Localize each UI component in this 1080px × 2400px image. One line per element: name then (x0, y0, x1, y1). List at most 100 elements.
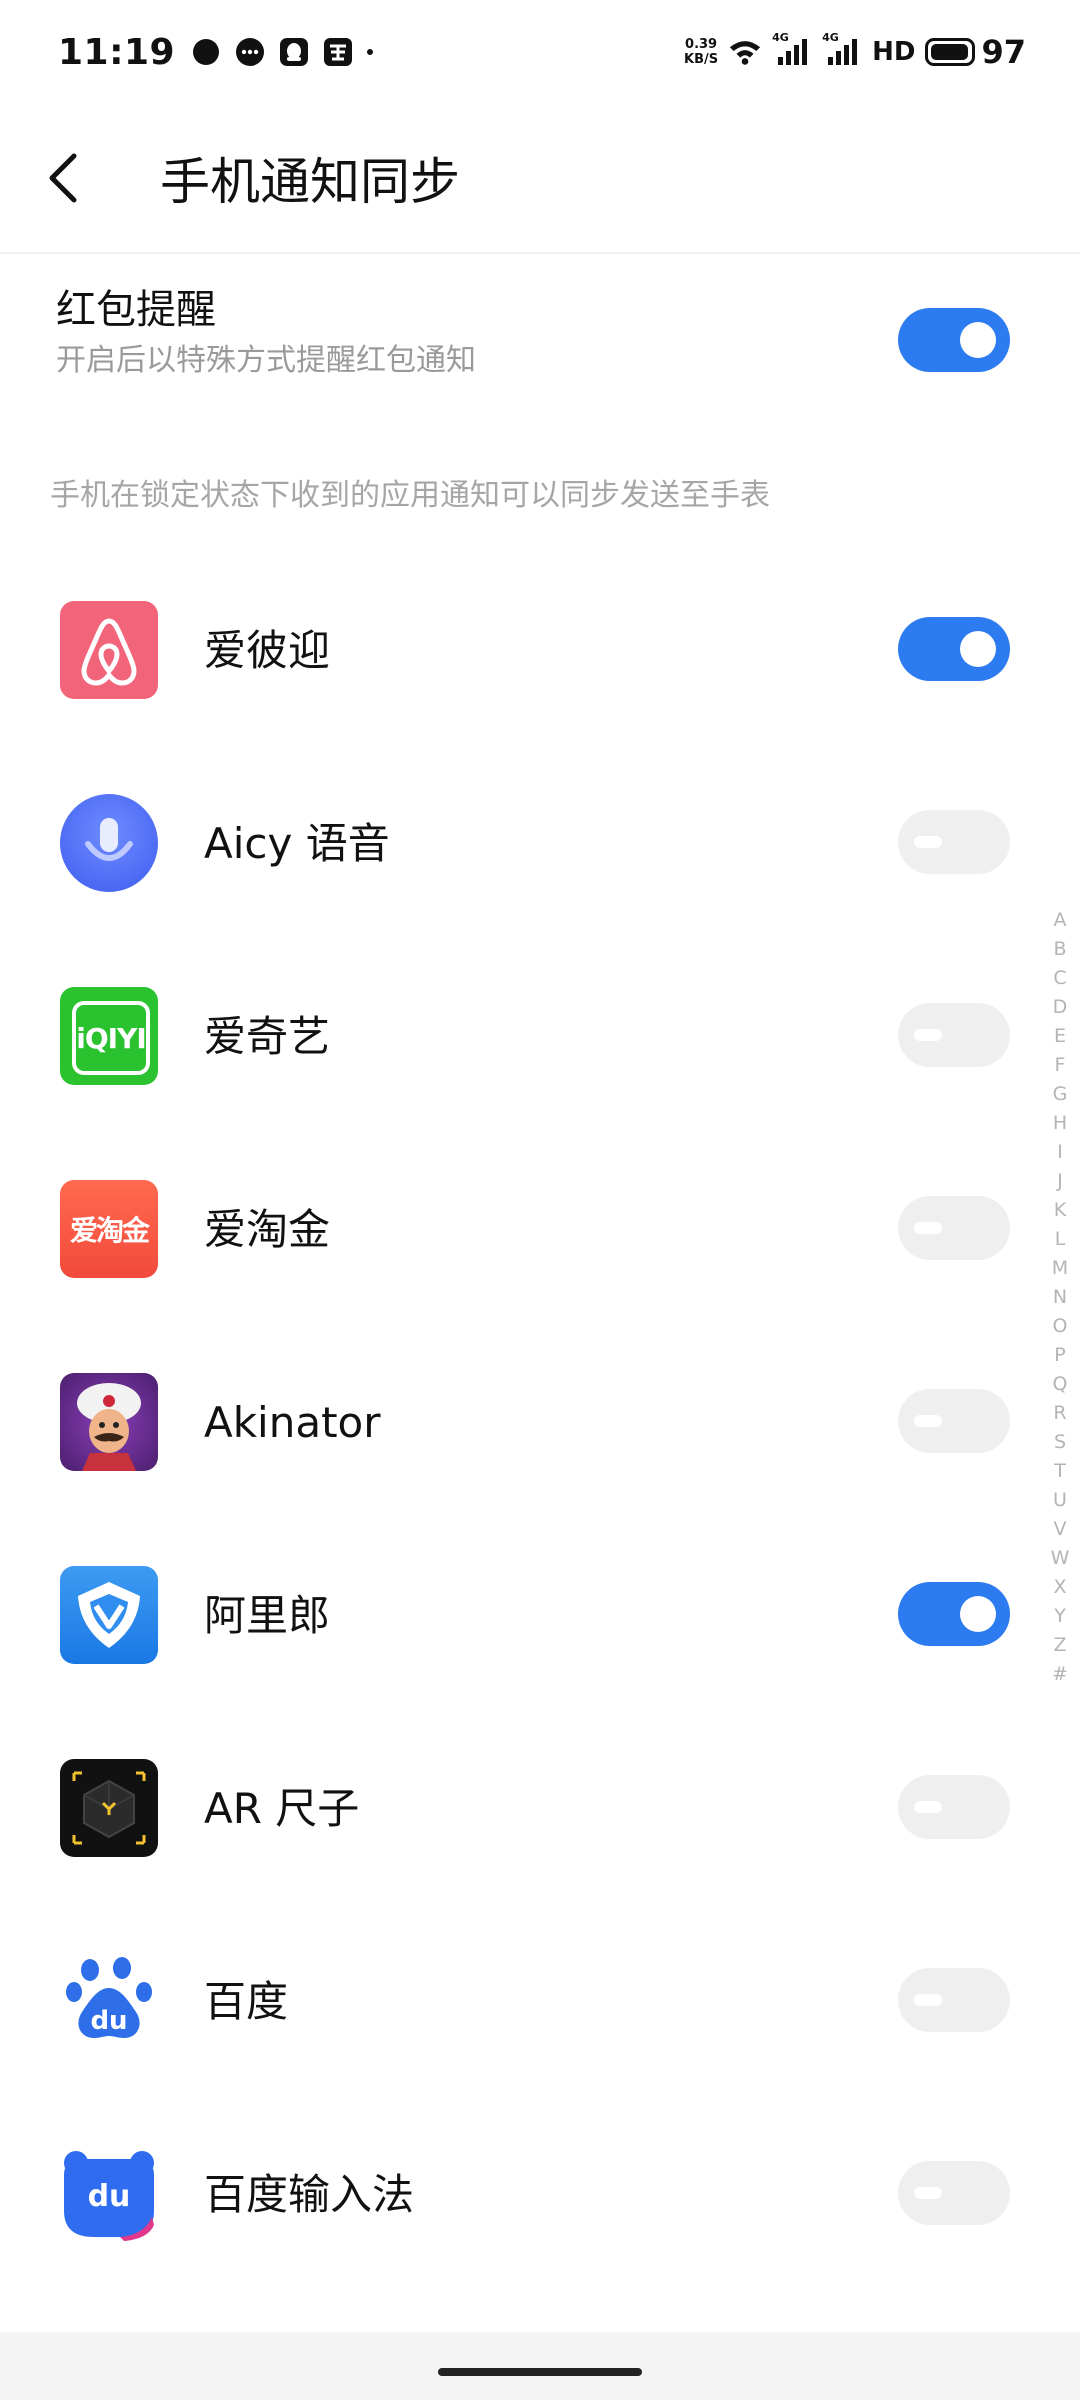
app-name: Akinator (204, 1398, 381, 1447)
back-button[interactable] (42, 128, 142, 228)
red-packet-toggle[interactable] (898, 308, 1010, 372)
aicy-voice-icon (60, 794, 158, 892)
aitaojin-logo-text: 爱淘金 (69, 1214, 150, 1247)
alphabet-index-letter[interactable]: V (1054, 1515, 1067, 1544)
red-packet-title: 红包提醒 (56, 287, 216, 333)
alphabet-index-letter[interactable]: B (1053, 935, 1066, 964)
battery-fill (931, 44, 969, 60)
toggle-knob (914, 1801, 942, 1813)
iqiyi-logo-frame: iQIYI (72, 1001, 150, 1075)
battery-percent: 97 (981, 33, 1026, 71)
page-title: 手机通知同步 (160, 153, 460, 211)
app-toggle-aicy-voice[interactable] (898, 810, 1010, 874)
network-speed-value: 0.39 (685, 37, 718, 52)
navigation-bar (0, 2332, 1080, 2400)
alphabet-index-letter[interactable]: J (1057, 1167, 1063, 1196)
app-row-airbnb: 爱彼迎 (0, 553, 1080, 746)
baidu-logo-text: du (90, 2006, 128, 2036)
app-row-baidu: du 百度 (0, 1904, 1080, 2097)
app-name: 百度 (204, 1977, 289, 2026)
network-speed: 0.39 KB/S (684, 37, 718, 67)
qq-notification-icon (277, 35, 311, 69)
alphabet-index-letter[interactable]: L (1055, 1225, 1066, 1254)
home-indicator[interactable] (438, 2368, 642, 2376)
red-packet-setting: 红包提醒 开启后以特殊方式提醒红包通知 (56, 282, 1006, 384)
baidu-input-logo-text: du (87, 2179, 131, 2214)
app-toggle-baidu[interactable] (898, 1968, 1010, 2032)
alphabet-index-letter[interactable]: Y (1054, 1602, 1066, 1631)
aitaojin-icon: 爱淘金 (60, 1180, 158, 1278)
baidu-icon: du (60, 1952, 158, 2050)
app-row-iqiyi: iQIYI 爱奇艺 (0, 939, 1080, 1132)
app-toggle-aitaojin[interactable] (898, 1196, 1010, 1260)
sim2-network-label: 4G (822, 31, 839, 44)
alphabet-index-letter[interactable]: K (1054, 1196, 1066, 1225)
app-toggle-akinator[interactable] (898, 1389, 1010, 1453)
alphabet-index-letter[interactable]: T (1054, 1457, 1066, 1486)
toggle-knob (914, 2187, 942, 2199)
notification-icons (189, 35, 375, 69)
alphabet-index-letter[interactable]: R (1053, 1399, 1066, 1428)
more-notifications-dot-icon (365, 35, 375, 69)
app-toggle-ar-ruler[interactable] (898, 1775, 1010, 1839)
app-row-ar-ruler: AR 尺子 (0, 1711, 1080, 1904)
alphabet-index-letter[interactable]: D (1053, 993, 1068, 1022)
alphabet-index-letter[interactable]: X (1053, 1573, 1066, 1602)
app-notification-icon (321, 35, 355, 69)
status-right: 0.39 KB/S 4G 4G HD 97 (684, 31, 1026, 71)
app-row-akinator: Akinator (0, 1325, 1080, 1518)
moon-notification-icon (189, 35, 223, 69)
toggle-knob (960, 322, 996, 358)
sim1-network-label: 4G (772, 31, 789, 44)
alphabet-index-letter[interactable]: A (1054, 906, 1067, 935)
alilang-icon (60, 1566, 158, 1664)
hd-voice-indicator: HD (872, 37, 916, 67)
message-notification-icon (233, 35, 267, 69)
alphabet-index-letter[interactable]: S (1054, 1428, 1066, 1457)
network-speed-unit: KB/S (684, 52, 719, 67)
signal-sim2-icon: 4G (822, 31, 862, 69)
ar-ruler-icon (60, 1759, 158, 1857)
app-toggle-iqiyi[interactable] (898, 1003, 1010, 1067)
alphabet-index-letter[interactable]: # (1052, 1660, 1068, 1689)
app-toggle-airbnb[interactable] (898, 617, 1010, 681)
toggle-knob (914, 1222, 942, 1234)
alphabet-index[interactable]: A B C D E F G H I J K L M N O P Q R S T U V W X Y Z # (1048, 906, 1072, 1689)
wifi-icon (728, 35, 762, 69)
battery-indicator: 97 (925, 33, 1026, 71)
app-toggle-alilang[interactable] (898, 1582, 1010, 1646)
toggle-knob (914, 836, 942, 848)
alphabet-index-letter[interactable]: N (1053, 1283, 1067, 1312)
alphabet-index-letter[interactable]: F (1055, 1051, 1066, 1080)
red-packet-subtitle: 开启后以特殊方式提醒红包通知 (56, 343, 476, 378)
signal-sim1-icon: 4G (772, 31, 812, 69)
app-toggle-baidu-input[interactable] (898, 2161, 1010, 2225)
battery-icon (925, 38, 976, 66)
page-header: 手机通知同步 (0, 104, 1080, 254)
app-row-aicy-voice: Aicy 语音 (0, 746, 1080, 939)
iqiyi-logo-text: iQIYI (76, 1021, 147, 1055)
alphabet-index-letter[interactable]: P (1054, 1341, 1065, 1370)
alphabet-index-letter[interactable]: Z (1053, 1631, 1066, 1660)
app-name: 爱彼迎 (204, 626, 331, 675)
alphabet-index-letter[interactable]: E (1054, 1022, 1066, 1051)
toggle-knob (960, 631, 996, 667)
toggle-knob (914, 1415, 942, 1427)
app-name: Aicy 语音 (204, 819, 390, 868)
app-name: 阿里郎 (204, 1591, 331, 1640)
alphabet-index-letter[interactable]: W (1051, 1544, 1070, 1573)
app-name: 百度输入法 (204, 2170, 415, 2219)
alphabet-index-letter[interactable]: U (1053, 1486, 1067, 1515)
iqiyi-icon: iQIYI (60, 987, 158, 1085)
alphabet-index-letter[interactable]: G (1053, 1080, 1068, 1109)
baidu-input-icon: du (60, 2145, 158, 2243)
toggle-knob (960, 1596, 996, 1632)
alphabet-index-letter[interactable]: O (1053, 1312, 1068, 1341)
alphabet-index-letter[interactable]: I (1057, 1138, 1063, 1167)
alphabet-index-letter[interactable]: H (1053, 1109, 1067, 1138)
alphabet-index-letter[interactable]: C (1053, 964, 1066, 993)
app-name: 爱淘金 (204, 1205, 331, 1254)
alphabet-index-letter[interactable]: M (1052, 1254, 1068, 1283)
alphabet-index-letter[interactable]: Q (1053, 1370, 1068, 1399)
app-name: AR 尺子 (204, 1784, 360, 1833)
